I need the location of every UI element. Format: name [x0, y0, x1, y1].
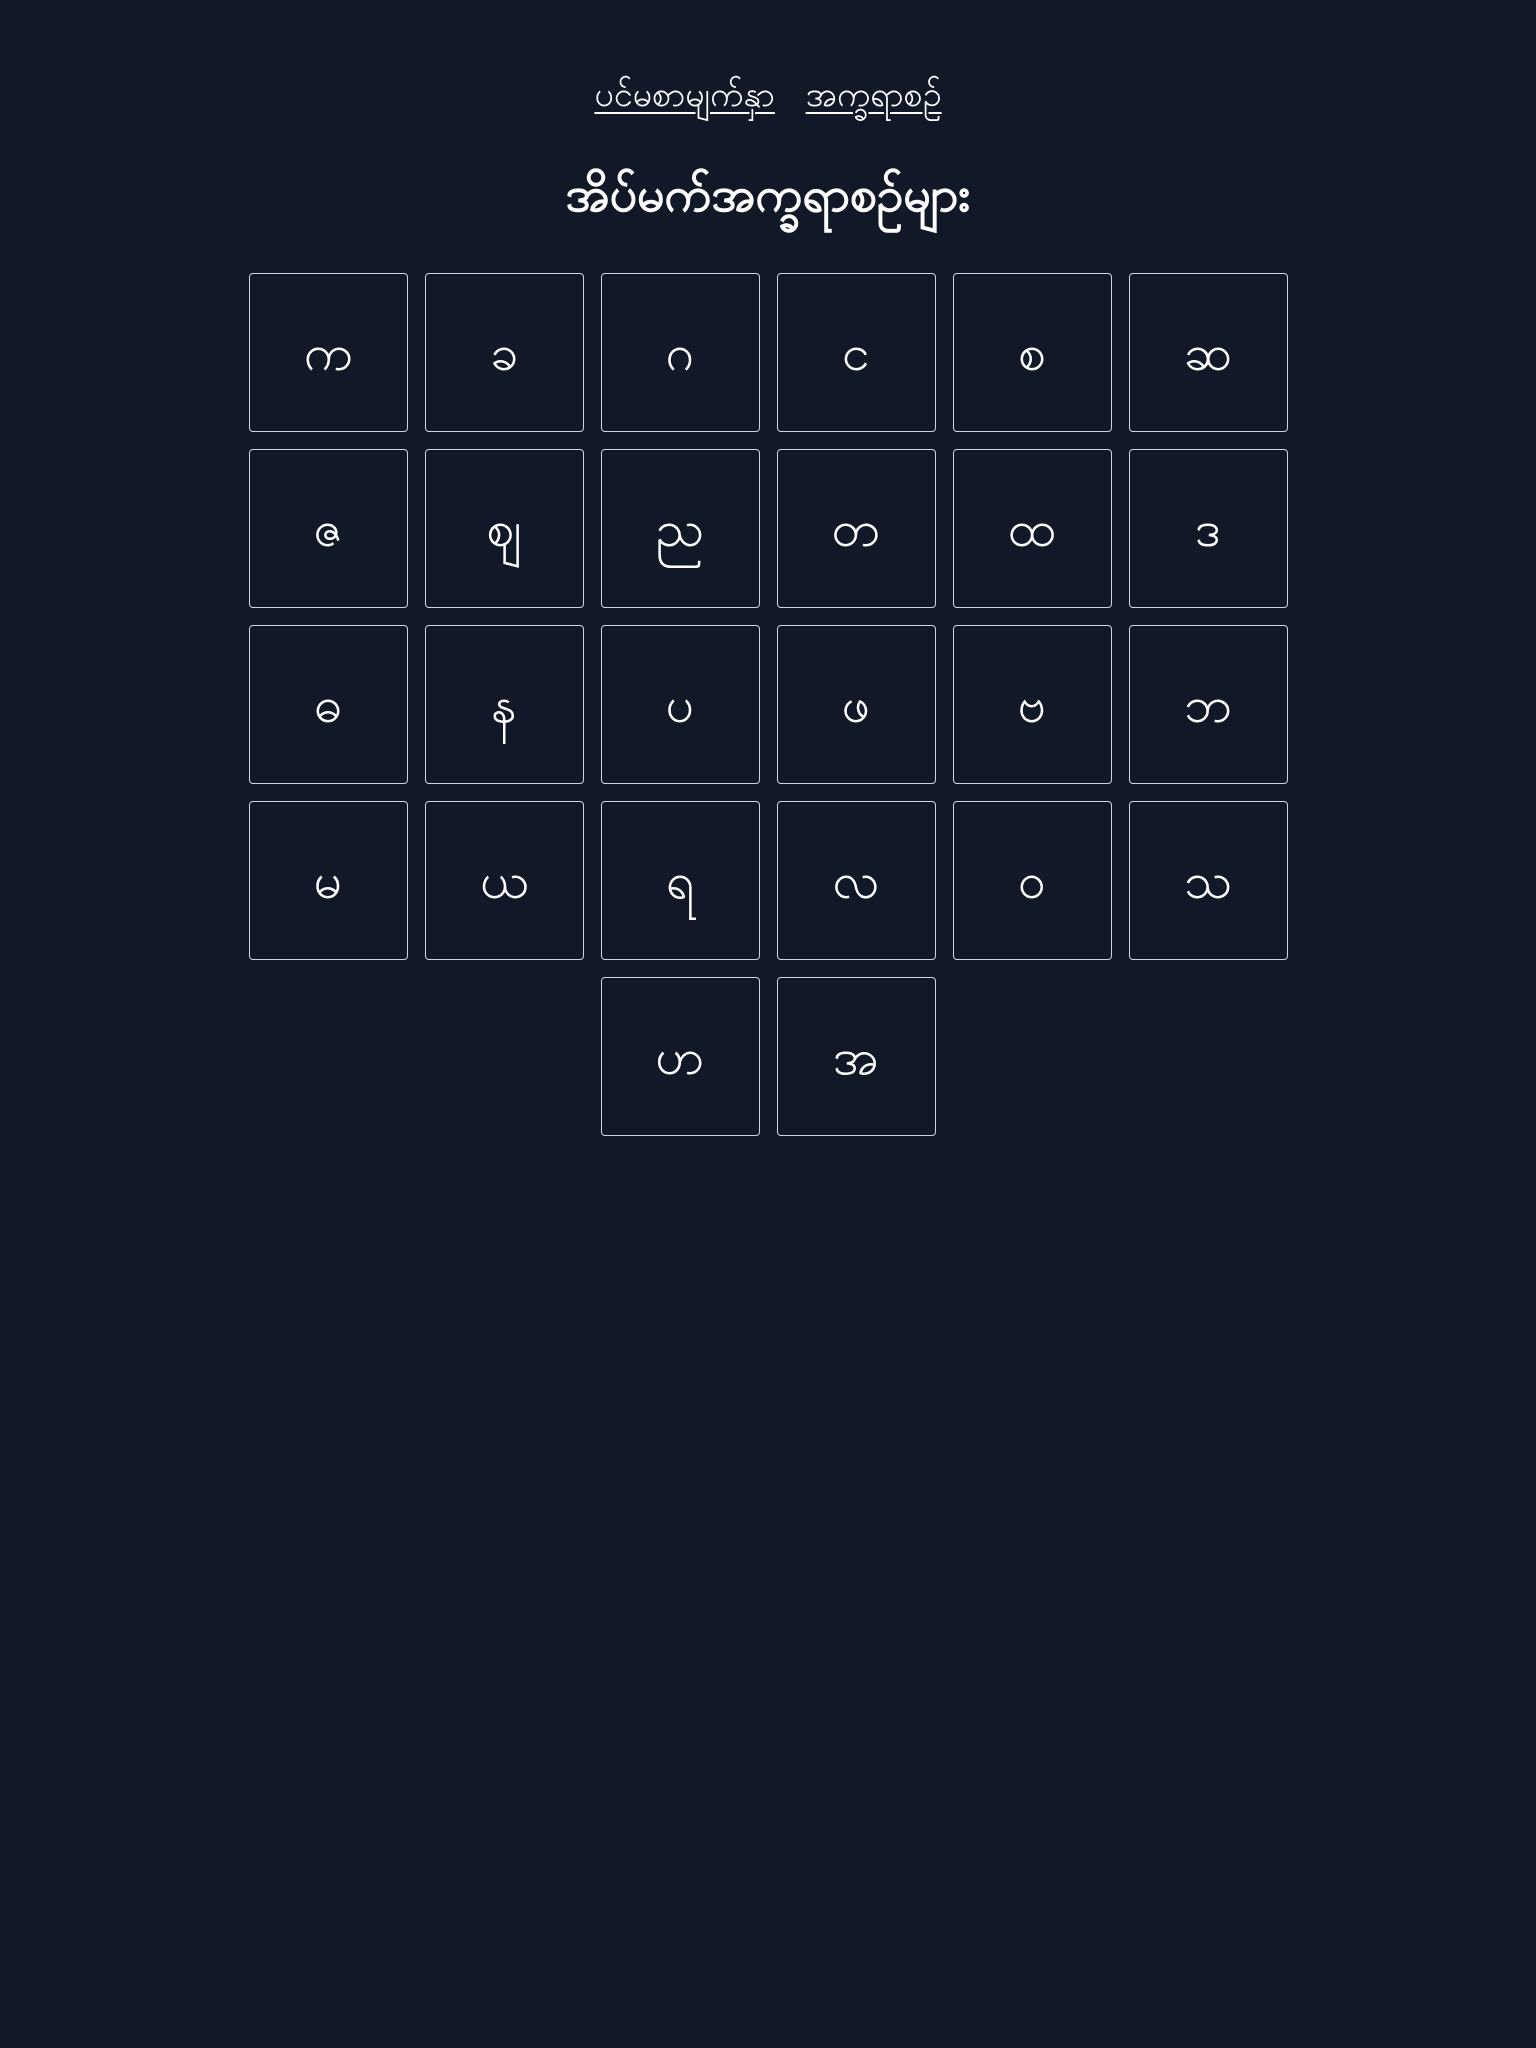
letter-tile[interactable]: တ — [776, 449, 936, 608]
letter-tile[interactable]: ပ — [600, 625, 760, 784]
page: ပင်မစာမျက်နှာ အက္ခရာစဉ် အိပ်မက်အက္ခရာစဉ်… — [0, 0, 1536, 2048]
letter-tile[interactable]: ဂ — [600, 273, 760, 432]
letter-tile[interactable]: ဇ — [248, 449, 408, 608]
letter-tile[interactable]: ခ — [424, 273, 584, 432]
nav-link-home[interactable]: ပင်မစာမျက်နှာ — [594, 75, 774, 115]
letter-tile[interactable]: ည — [600, 449, 760, 608]
letter-tile[interactable]: ထ — [952, 449, 1112, 608]
letter-tile[interactable]: အ — [776, 977, 936, 1136]
page-title: အိပ်မက်အက္ခရာစဉ်များ — [565, 167, 971, 223]
letter-tile[interactable]: ဝ — [952, 801, 1112, 960]
letter-tile[interactable]: လ — [776, 801, 936, 960]
letter-tile[interactable]: မ — [248, 801, 408, 960]
letter-tile[interactable]: င — [776, 273, 936, 432]
top-nav: ပင်မစာမျက်နှာ အက္ခရာစဉ် — [0, 70, 1536, 120]
letter-grid: က ခ ဂ င စ ဆ ဇ ဈ ည တ ထ ဒ ဓ န ပ ဖ ဗ ဘ မ ယ … — [248, 273, 1288, 1136]
letter-tile[interactable]: ဈ — [424, 449, 584, 608]
letter-tile[interactable]: က — [248, 273, 408, 432]
letter-tile[interactable]: ဟ — [600, 977, 760, 1136]
nav-link-alphabet[interactable]: အက္ခရာစဉ် — [806, 75, 942, 115]
letter-tile[interactable]: ဗ — [952, 625, 1112, 784]
letter-tile[interactable]: ဖ — [776, 625, 936, 784]
letter-tile[interactable]: ဘ — [1128, 625, 1288, 784]
letter-tile[interactable]: န — [424, 625, 584, 784]
letter-tile[interactable]: ဒ — [1128, 449, 1288, 608]
letter-tile[interactable]: ဓ — [248, 625, 408, 784]
letter-tile[interactable]: ရ — [600, 801, 760, 960]
letter-tile[interactable]: ဆ — [1128, 273, 1288, 432]
letter-tile[interactable]: ယ — [424, 801, 584, 960]
letter-tile[interactable]: သ — [1128, 801, 1288, 960]
letter-tile[interactable]: စ — [952, 273, 1112, 432]
